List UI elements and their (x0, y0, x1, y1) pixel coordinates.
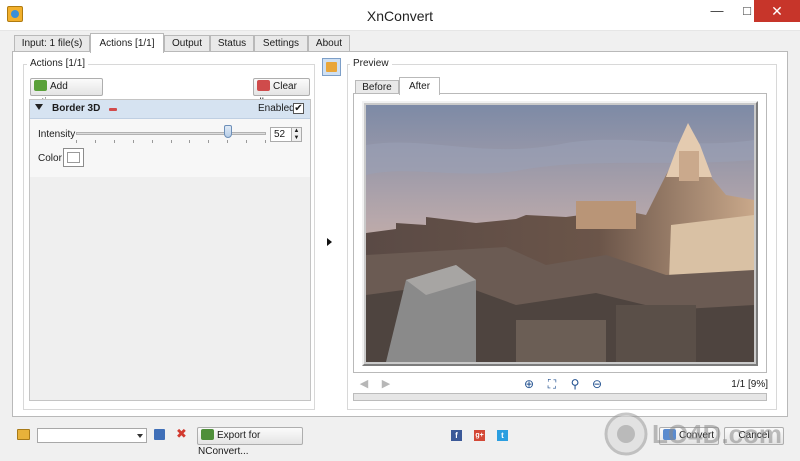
add-icon (34, 80, 47, 91)
lo4d-watermark: LO4D.com (604, 412, 782, 456)
enabled-checkbox[interactable]: ✔ (293, 103, 304, 114)
slider-tick (246, 140, 248, 143)
slider-tick (189, 140, 191, 143)
slider-tick (208, 140, 210, 143)
delete-icon[interactable]: ✖ (176, 427, 187, 440)
tab-about[interactable]: About (308, 35, 350, 52)
open-folder-icon[interactable] (17, 429, 30, 440)
action-header[interactable]: Border 3D Enabled ✔ (30, 100, 310, 119)
preview-image (366, 105, 754, 362)
intensity-label: Intensity (38, 129, 76, 140)
intensity-slider[interactable] (76, 132, 266, 135)
slider-tick (94, 140, 96, 143)
slider-tick (113, 140, 115, 143)
zoom-in-icon[interactable]: ⊕ (522, 378, 536, 391)
actions-group-label: Actions [1/1] (27, 58, 89, 69)
slider-tick (170, 140, 172, 143)
intensity-slider-thumb[interactable] (224, 125, 232, 138)
actual-size-icon[interactable]: ⚲ (568, 378, 582, 391)
clear-icon (257, 80, 270, 91)
page-info: 1/1 [9%] (731, 379, 768, 390)
profile-select[interactable] (37, 428, 147, 443)
slider-tick (151, 140, 153, 143)
facebook-icon[interactable]: f (451, 430, 462, 441)
preview-toggle-icon[interactable] (322, 58, 341, 76)
add-action-button[interactable]: Add action> (30, 78, 103, 108)
progress-bar (353, 393, 767, 401)
action-name: Border 3D (52, 103, 101, 114)
zoom-out-icon[interactable]: ⊖ (590, 378, 604, 391)
tab-status[interactable]: Status (210, 35, 254, 52)
googleplus-icon[interactable]: g+ (474, 430, 485, 441)
remove-action-icon[interactable] (109, 108, 117, 111)
watermark-text: LO4D.com (652, 419, 782, 449)
slider-tick (227, 140, 229, 143)
tab-settings[interactable]: Settings (254, 35, 308, 52)
clear-all-button[interactable]: Clear all (253, 78, 310, 108)
tab-input[interactable]: Input: 1 file(s) (14, 35, 90, 52)
export-icon (201, 429, 214, 440)
previous-icon[interactable]: ◀ (357, 378, 371, 390)
window-title: XnConvert (366, 8, 434, 24)
enabled-label: Enabled (258, 103, 295, 114)
intensity-spinner[interactable]: ▲ ▼ (292, 127, 302, 142)
color-label: Color (38, 153, 62, 164)
tab-output[interactable]: Output (164, 35, 210, 52)
collapse-icon[interactable] (35, 104, 43, 110)
export-nconvert-button[interactable]: Export for NConvert... (197, 427, 303, 457)
preview-group-label: Preview (350, 58, 392, 69)
color-swatch[interactable] (63, 148, 84, 167)
slider-tick (76, 140, 77, 143)
expand-icon[interactable] (327, 238, 332, 246)
minimize-button[interactable]: — (702, 0, 732, 22)
intensity-input[interactable]: 52 (270, 127, 292, 142)
tab-actions[interactable]: Actions [1/1] (90, 33, 164, 53)
close-button[interactable]: ✕ (754, 0, 800, 22)
slider-tick (132, 140, 134, 143)
fit-window-icon[interactable]: ⛶ (545, 378, 559, 391)
tab-after[interactable]: After (399, 77, 440, 95)
twitter-icon[interactable]: t (497, 430, 508, 441)
next-icon[interactable]: ▶ (379, 378, 393, 390)
slider-tick (265, 140, 266, 143)
save-icon[interactable] (154, 429, 165, 440)
